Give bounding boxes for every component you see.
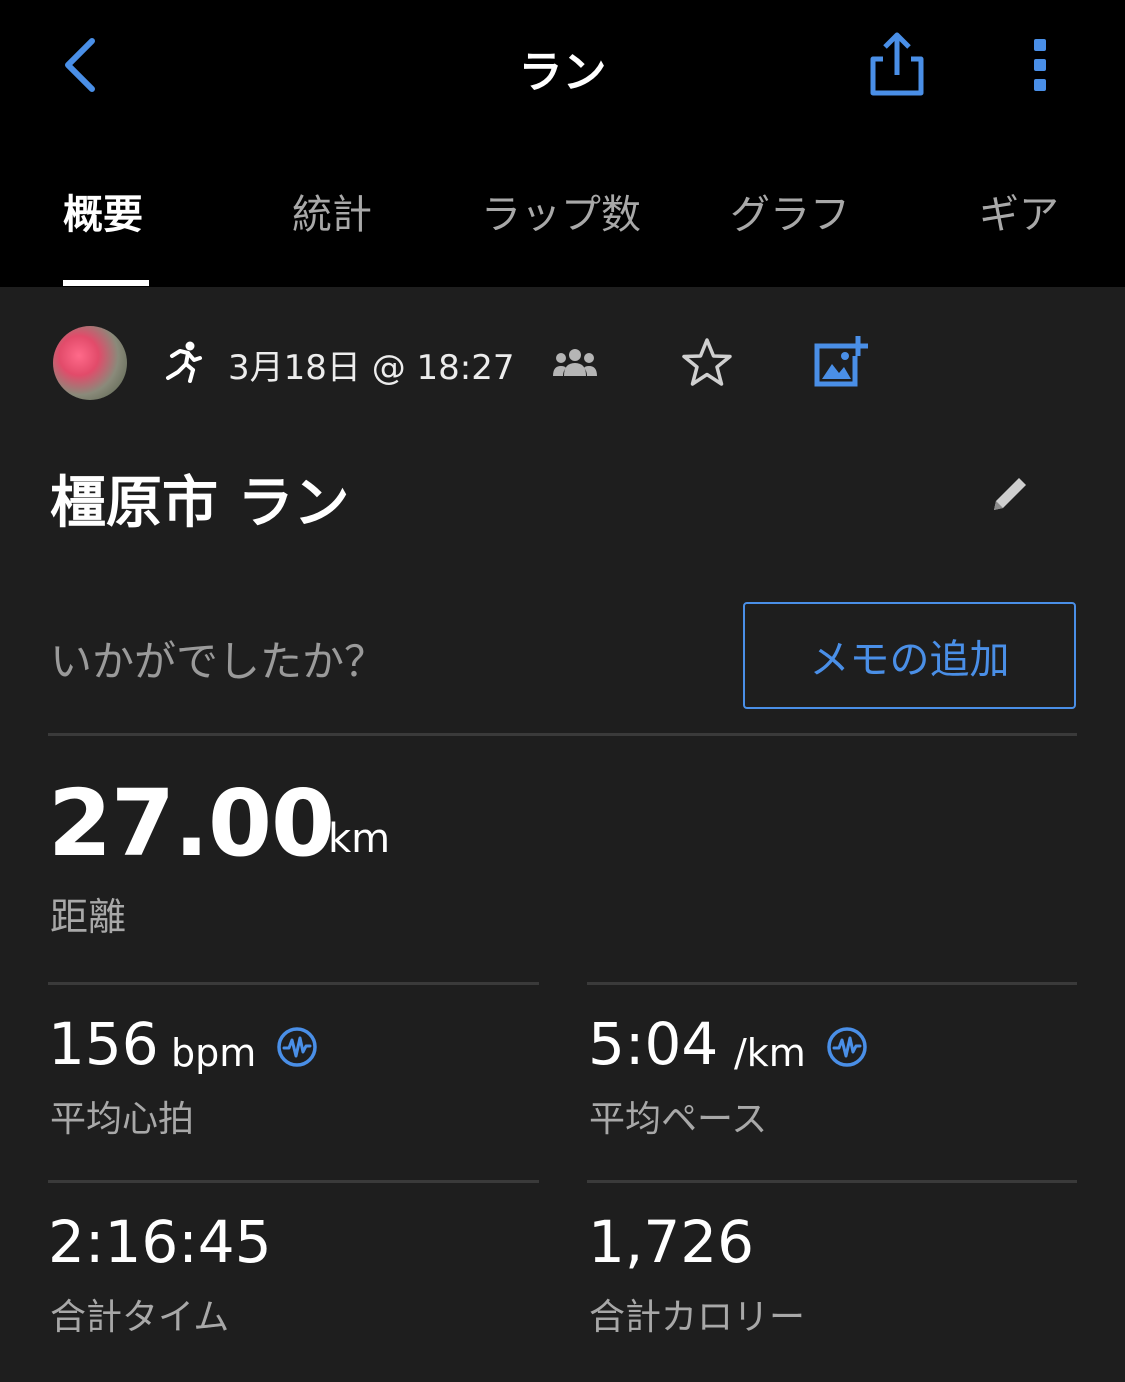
heart-rate-pulse-icon[interactable] bbox=[276, 1026, 318, 1068]
divider bbox=[48, 982, 539, 985]
tab-graph[interactable]: グラフ bbox=[730, 182, 850, 240]
tab-gear[interactable]: ギア bbox=[979, 182, 1059, 240]
top-navigation-bar: ラン 概要 統計 ラップ数 グラフ ギア bbox=[0, 0, 1125, 287]
activity-title: 橿原市 ラン bbox=[50, 471, 350, 536]
avg-heart-rate-value: 156 bbox=[48, 1010, 159, 1078]
total-calories-label: 合計カロリー bbox=[589, 1297, 806, 1338]
divider bbox=[587, 982, 1077, 985]
share-icon bbox=[870, 32, 924, 95]
page-title: ラン bbox=[518, 47, 607, 98]
divider bbox=[48, 1180, 539, 1183]
divider bbox=[48, 733, 1077, 736]
total-time-value: 2:16:45 bbox=[48, 1208, 272, 1276]
activity-date: 3月18日 @ 18:27 bbox=[228, 348, 515, 388]
active-tab-indicator bbox=[63, 280, 149, 286]
add-photo-icon[interactable] bbox=[812, 334, 868, 390]
more-options-button[interactable] bbox=[1010, 30, 1070, 100]
total-time-label: 合計タイム bbox=[50, 1297, 230, 1338]
favorite-star-icon[interactable] bbox=[680, 336, 734, 390]
total-calories-value: 1,726 bbox=[588, 1208, 755, 1276]
tab-laps[interactable]: ラップ数 bbox=[481, 182, 641, 240]
tab-bar: 概要 統計 ラップ数 グラフ ギア bbox=[0, 150, 1125, 287]
add-memo-button[interactable]: メモの追加 bbox=[743, 602, 1076, 709]
avg-heart-rate-unit: bpm bbox=[171, 1031, 257, 1075]
chevron-left-icon bbox=[65, 38, 95, 92]
tab-stats[interactable]: 統計 bbox=[292, 182, 372, 240]
avg-pace-unit: /km bbox=[734, 1031, 806, 1075]
group-icon[interactable] bbox=[552, 346, 598, 380]
avg-pace-value: 5:04 bbox=[588, 1010, 719, 1078]
distance-label: 距離 bbox=[50, 895, 127, 939]
running-icon bbox=[166, 341, 202, 383]
more-vertical-icon bbox=[1034, 39, 1046, 91]
distance-unit: km bbox=[328, 816, 391, 862]
pace-pulse-icon[interactable] bbox=[826, 1026, 868, 1068]
distance-value: 27.00 bbox=[48, 770, 335, 877]
back-button[interactable] bbox=[50, 30, 110, 100]
avg-heart-rate-label: 平均心拍 bbox=[50, 1099, 195, 1140]
feedback-prompt: いかがでしたか？ bbox=[50, 637, 387, 686]
avg-pace-label: 平均ペース bbox=[589, 1099, 768, 1140]
edit-pencil-icon[interactable] bbox=[986, 470, 1034, 518]
divider bbox=[587, 1180, 1077, 1183]
avatar[interactable] bbox=[53, 326, 127, 400]
tab-overview[interactable]: 概要 bbox=[63, 182, 143, 240]
share-button[interactable] bbox=[862, 26, 932, 101]
